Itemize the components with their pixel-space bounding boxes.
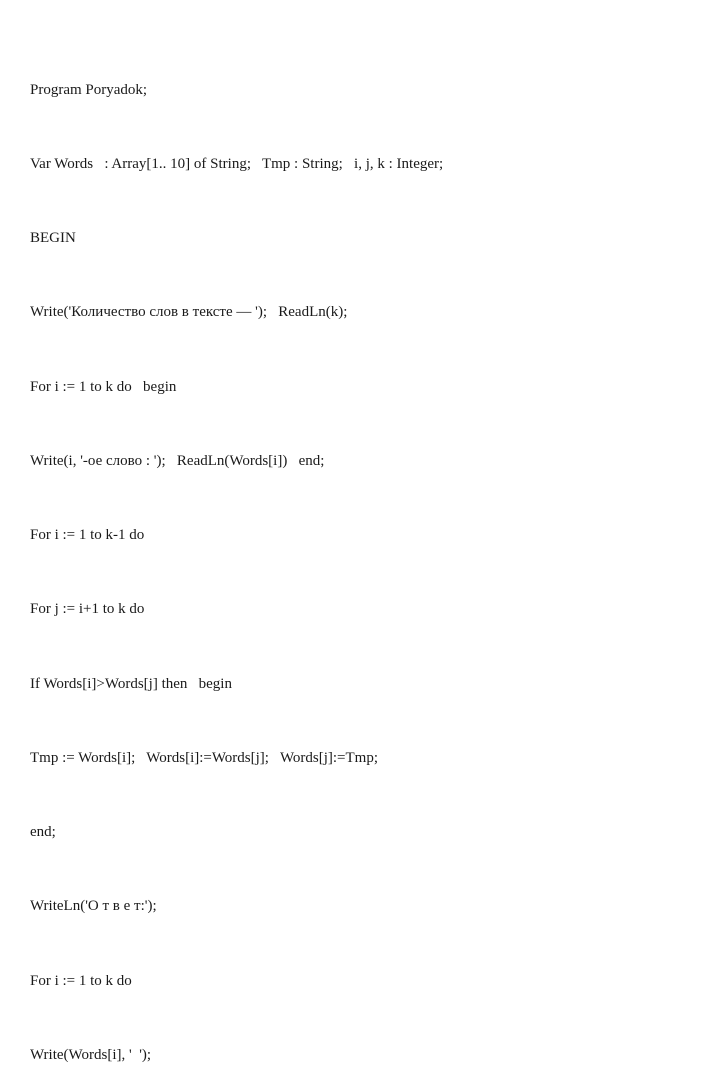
code-line-14: Write(Words[i], ' '); [30, 1043, 443, 1068]
code-container: Program Poryadok; Var Words : Array[1.. … [0, 0, 473, 1080]
code-line-4: Write('Количество слов в тексте — '); Re… [30, 300, 443, 325]
code-line-7: For i := 1 to k-1 do [30, 523, 443, 548]
code-line-1: Program Poryadok; [30, 78, 443, 103]
code-line-5: For i := 1 to k do begin [30, 375, 443, 400]
code-line-9: If Words[i]>Words[j] then begin [30, 672, 443, 697]
code-line-2: Var Words : Array[1.. 10] of String; Tmp… [30, 152, 443, 177]
code-line-3: BEGIN [30, 226, 443, 251]
code-line-10: Tmp := Words[i]; Words[i]:=Words[j]; Wor… [30, 746, 443, 771]
code-line-12: WriteLn('О т в е т:'); [30, 894, 443, 919]
code-line-13: For i := 1 to k do [30, 969, 443, 994]
code-line-8: For j := i+1 to k do [30, 597, 443, 622]
code-line-6: Write(i, '-ое слово : '); ReadLn(Words[i… [30, 449, 443, 474]
code-line-11: end; [30, 820, 443, 845]
